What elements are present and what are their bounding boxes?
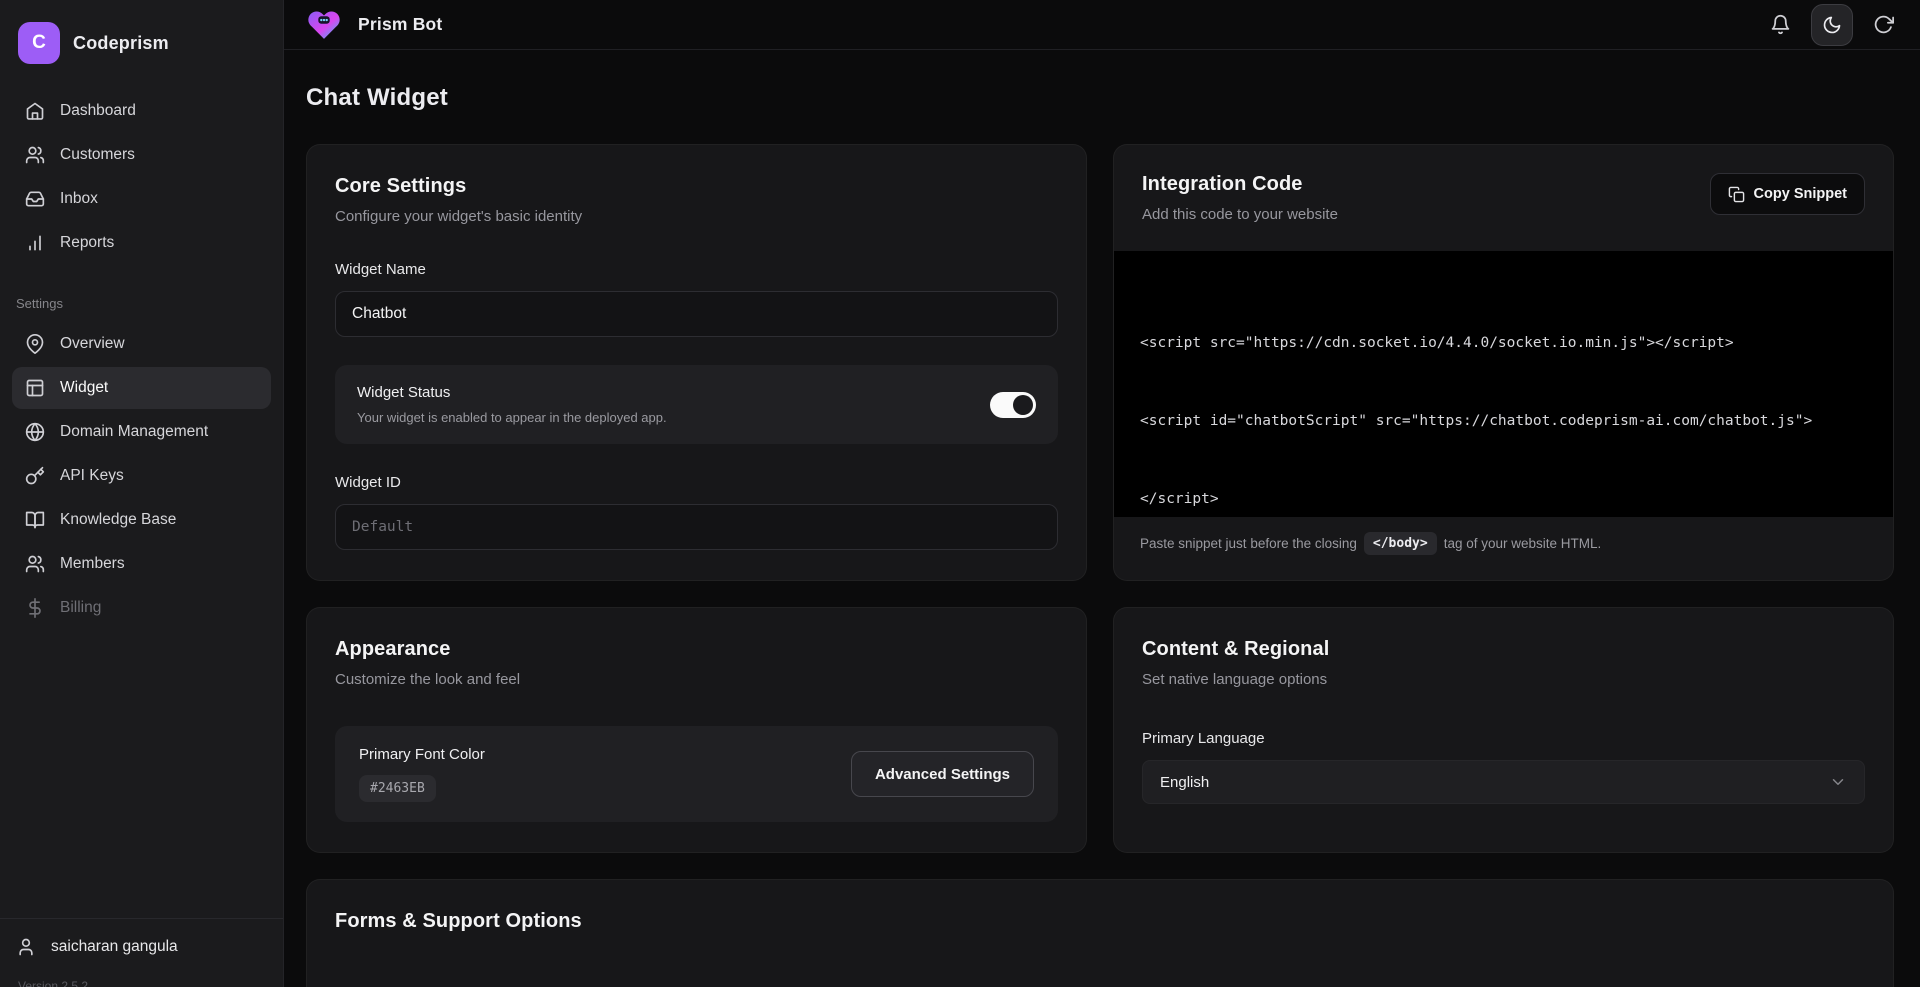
- card-subtitle: Configure your widget's basic identity: [335, 208, 1058, 225]
- note-text: Paste snippet just before the closing: [1140, 536, 1357, 551]
- bell-icon: [1770, 14, 1791, 35]
- selected-language: English: [1160, 774, 1209, 791]
- primary-language-label: Primary Language: [1142, 730, 1865, 747]
- widget-status-description: Your widget is enabled to appear in the …: [357, 410, 667, 425]
- book-open-icon: [25, 510, 45, 530]
- chevron-down-icon: [1829, 773, 1847, 791]
- card-title: Content & Regional: [1142, 638, 1865, 661]
- body-tag-chip: </body>: [1364, 532, 1437, 555]
- widget-name-label: Widget Name: [335, 261, 1058, 278]
- sidebar-footer: saicharan gangula Version 2.5.2: [0, 918, 283, 987]
- sidebar-item-label: API Keys: [60, 467, 124, 485]
- font-color-box: Primary Font Color #2463EB Advanced Sett…: [335, 726, 1058, 822]
- primary-font-color-label: Primary Font Color: [359, 746, 485, 763]
- widget-status-toggle[interactable]: [990, 392, 1036, 418]
- user-icon: [16, 937, 36, 957]
- card-title: Forms & Support Options: [335, 910, 1865, 933]
- moon-icon: [1822, 15, 1842, 35]
- card-subtitle: Add this code to your website: [1142, 206, 1338, 223]
- version-label: Version 2.5.2: [16, 979, 267, 987]
- topbar: Prism Bot: [284, 0, 1920, 50]
- widget-status-box: Widget Status Your widget is enabled to …: [335, 365, 1058, 444]
- refresh-button[interactable]: [1873, 14, 1894, 35]
- app-root: C Codeprism Dashboard Customers Inbox: [0, 0, 1920, 987]
- brand-name: Codeprism: [73, 33, 169, 54]
- prism-bot-logo-icon: [306, 7, 342, 43]
- sidebar-item-knowledge-base[interactable]: Knowledge Base: [12, 499, 271, 541]
- globe-icon: [25, 422, 45, 442]
- note-text: tag of your website HTML.: [1444, 536, 1602, 551]
- sidebar-item-api-keys[interactable]: API Keys: [12, 455, 271, 497]
- card-title: Appearance: [335, 638, 1058, 661]
- core-settings-card: Core Settings Configure your widget's ba…: [306, 144, 1087, 581]
- appearance-card: Appearance Customize the look and feel P…: [306, 607, 1087, 853]
- key-icon: [25, 466, 45, 486]
- card-subtitle: Customize the look and feel: [335, 671, 1058, 688]
- sidebar-item-members[interactable]: Members: [12, 543, 271, 585]
- sidebar-item-inbox[interactable]: Inbox: [12, 178, 271, 220]
- refresh-icon: [1873, 14, 1894, 35]
- content-regional-card: Content & Regional Set native language o…: [1113, 607, 1894, 853]
- dollar-icon: [25, 598, 45, 618]
- widget-id-label: Widget ID: [335, 474, 1058, 491]
- bar-chart-icon: [25, 233, 45, 253]
- brand: C Codeprism: [12, 14, 271, 90]
- user-menu[interactable]: saicharan gangula: [16, 937, 267, 957]
- users-icon: [25, 145, 45, 165]
- theme-toggle-button[interactable]: [1811, 4, 1853, 46]
- sidebar-item-label: Dashboard: [60, 102, 136, 120]
- panel-layout-icon: [25, 378, 45, 398]
- copy-snippet-button[interactable]: Copy Snippet: [1710, 173, 1865, 215]
- forms-support-card: Forms & Support Options: [306, 879, 1894, 987]
- notifications-button[interactable]: [1770, 14, 1791, 35]
- card-title: Integration Code: [1142, 173, 1338, 196]
- sidebar-item-label: Widget: [60, 379, 108, 397]
- settings-section-label: Settings: [12, 296, 271, 311]
- sidebar-item-billing[interactable]: Billing: [12, 587, 271, 629]
- user-name: saicharan gangula: [51, 938, 178, 956]
- home-icon: [25, 101, 45, 121]
- copy-snippet-label: Copy Snippet: [1754, 186, 1847, 202]
- card-title: Core Settings: [335, 175, 1058, 198]
- integration-note: Paste snippet just before the closing </…: [1114, 517, 1893, 570]
- widget-id-input[interactable]: [335, 504, 1058, 550]
- copy-icon: [1728, 186, 1745, 203]
- integration-code-block[interactable]: <script src="https://cdn.socket.io/4.4.0…: [1114, 251, 1893, 517]
- sidebar-item-label: Knowledge Base: [60, 511, 176, 529]
- users-icon: [25, 554, 45, 574]
- advanced-settings-button[interactable]: Advanced Settings: [851, 751, 1034, 797]
- page-title: Chat Widget: [306, 84, 1894, 112]
- sidebar-item-label: Domain Management: [60, 423, 208, 441]
- sidebar-item-domain-management[interactable]: Domain Management: [12, 411, 271, 453]
- card-subtitle: Set native language options: [1142, 671, 1865, 688]
- page-content: Chat Widget Core Settings Configure your…: [284, 50, 1920, 987]
- widget-name-input[interactable]: [335, 291, 1058, 337]
- sidebar-item-label: Inbox: [60, 190, 98, 208]
- primary-font-color-value: #2463EB: [359, 775, 436, 802]
- sidebar-item-label: Members: [60, 555, 125, 573]
- bot-title: Prism Bot: [358, 14, 442, 35]
- code-line: <script id="chatbotScript" src="https://…: [1140, 408, 1867, 434]
- code-line: </script>: [1140, 486, 1867, 512]
- sidebar-item-overview[interactable]: Overview: [12, 323, 271, 365]
- integration-code-card: Integration Code Add this code to your w…: [1113, 144, 1894, 581]
- sidebar-item-label: Overview: [60, 335, 125, 353]
- code-line: <script src="https://cdn.socket.io/4.4.0…: [1140, 330, 1867, 356]
- sidebar-item-dashboard[interactable]: Dashboard: [12, 90, 271, 132]
- sidebar-item-label: Billing: [60, 599, 101, 617]
- sidebar-item-label: Customers: [60, 146, 135, 164]
- sidebar-item-reports[interactable]: Reports: [12, 222, 271, 264]
- toggle-knob: [1013, 395, 1033, 415]
- inbox-icon: [25, 189, 45, 209]
- widget-status-label: Widget Status: [357, 384, 667, 401]
- sidebar-item-label: Reports: [60, 234, 114, 252]
- sidebar-item-widget[interactable]: Widget: [12, 367, 271, 409]
- main-area: Prism Bot: [284, 0, 1920, 987]
- sidebar: C Codeprism Dashboard Customers Inbox: [0, 0, 284, 987]
- map-pin-icon: [25, 334, 45, 354]
- codeprism-logo-icon: C: [18, 22, 60, 64]
- primary-language-select[interactable]: English: [1142, 760, 1865, 804]
- sidebar-item-customers[interactable]: Customers: [12, 134, 271, 176]
